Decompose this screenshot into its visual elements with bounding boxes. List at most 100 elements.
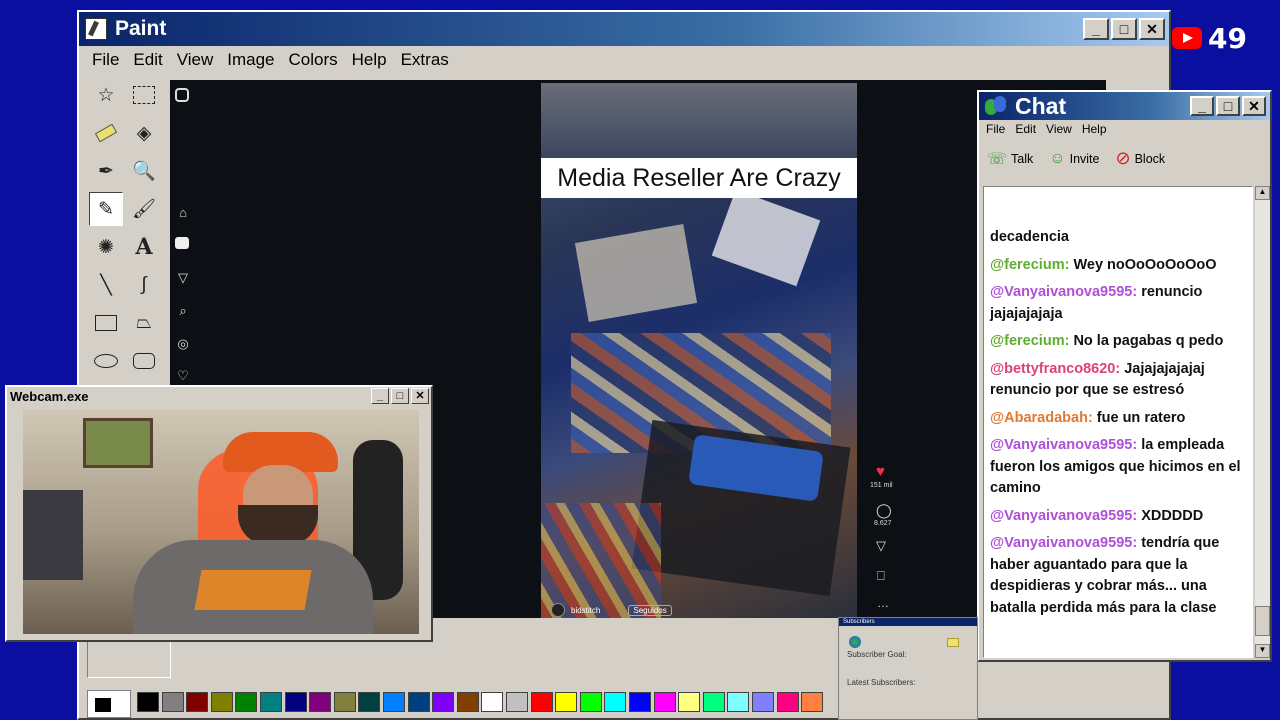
palette-swatch[interactable] <box>752 692 774 712</box>
palette-swatch[interactable] <box>653 692 676 712</box>
palette-swatch[interactable] <box>137 692 159 712</box>
rectangle-tool[interactable] <box>89 306 123 340</box>
palette-swatch[interactable] <box>210 692 233 712</box>
close-button[interactable]: ✕ <box>1139 18 1165 40</box>
eraser-tool[interactable] <box>89 116 123 150</box>
palette-swatch[interactable] <box>702 692 725 712</box>
palette-swatch[interactable] <box>678 692 701 712</box>
minimize-button[interactable]: _ <box>1083 18 1109 40</box>
send-icon[interactable]: ▽ <box>175 270 191 286</box>
palette-swatch[interactable] <box>629 692 651 712</box>
palette-swatch[interactable] <box>481 692 504 712</box>
scroll-up-button[interactable]: ▲ <box>1255 186 1270 200</box>
palette-swatch[interactable] <box>407 692 430 712</box>
airbrush-tool[interactable]: ✺ <box>89 230 123 264</box>
polygon-tool[interactable]: ⏢ <box>127 306 161 340</box>
webcam-minimize-button[interactable]: _ <box>371 388 389 404</box>
chat-log[interactable]: decadencia @ferecium: Wey noOoOoOoOoO @Van… <box>983 186 1253 658</box>
webcam-close-button[interactable]: ✕ <box>411 388 429 404</box>
scroll-down-button[interactable]: ▼ <box>1255 644 1270 658</box>
menu-colors[interactable]: Colors <box>282 50 345 70</box>
comment-count: 8.627 <box>874 520 892 527</box>
brush-tool[interactable]: 🖌 <box>127 192 161 226</box>
explore-icon[interactable]: ◎ <box>175 336 191 352</box>
chat-menu-help[interactable]: Help <box>1077 122 1112 136</box>
webcam-maximize-button[interactable]: □ <box>391 388 409 404</box>
heart-outline-icon[interactable]: ♡ <box>175 368 191 384</box>
chat-menu-edit[interactable]: Edit <box>1010 122 1041 136</box>
scroll-thumb[interactable] <box>1255 606 1270 636</box>
palette-swatch[interactable] <box>727 692 750 712</box>
free-select-tool[interactable]: ☆ <box>89 78 123 112</box>
chat-menu-view[interactable]: View <box>1041 122 1077 136</box>
color-picker-tool[interactable]: ✒ <box>89 154 123 188</box>
palette-swatch[interactable] <box>604 692 627 712</box>
comment-icon[interactable]: ◯ <box>876 502 892 519</box>
paint-menubar: File Edit View Image Colors Help Extras <box>85 50 456 70</box>
magnifier-tool[interactable]: 🔍 <box>127 154 161 188</box>
talk-icon: ☏ <box>987 150 1008 168</box>
palette-swatch[interactable] <box>776 692 799 712</box>
menu-extras[interactable]: Extras <box>394 50 456 70</box>
palette-swatch[interactable] <box>801 692 824 712</box>
like-icon[interactable]: ♥ <box>876 463 885 480</box>
rect-select-tool[interactable] <box>127 78 161 112</box>
palette-swatch[interactable] <box>309 692 332 712</box>
chat-titlebar: Chat _ □ ✕ <box>979 92 1270 120</box>
rounded-rect-tool[interactable] <box>127 344 161 378</box>
palette-swatch[interactable] <box>333 692 356 712</box>
toolbox: ☆ ◈ ✒ 🔍 ✎ 🖌 ✺ A ╲ ∫ ⏢ <box>85 78 167 388</box>
palette-swatch[interactable] <box>235 692 258 712</box>
author-name[interactable]: bidstitch <box>571 606 600 615</box>
folder-icon <box>947 638 959 647</box>
palette-swatch[interactable] <box>260 692 282 712</box>
current-colors[interactable] <box>87 690 131 718</box>
globe-icon <box>849 636 861 648</box>
maximize-button[interactable]: □ <box>1111 18 1137 40</box>
share-icon[interactable]: ▽ <box>876 538 886 554</box>
chat-scrollbar[interactable]: ▲ ▼ <box>1255 186 1270 658</box>
ellipse-tool[interactable] <box>89 344 123 378</box>
talk-button[interactable]: ☏ Talk <box>987 149 1033 169</box>
follow-button[interactable]: Seguidos <box>628 604 672 616</box>
palette-swatch[interactable] <box>555 692 578 712</box>
palette-swatch[interactable] <box>432 692 455 712</box>
palette-swatch[interactable] <box>383 692 405 712</box>
palette-swatch[interactable] <box>186 692 209 712</box>
pencil-tool[interactable]: ✎ <box>89 192 123 226</box>
fill-tool[interactable]: ◈ <box>127 116 161 150</box>
menu-view[interactable]: View <box>170 50 221 70</box>
chat-message: decadencia <box>990 227 1252 249</box>
webcam-feed <box>23 410 419 634</box>
curve-tool[interactable]: ∫ <box>127 268 161 302</box>
video-icon[interactable] <box>175 237 189 249</box>
bookmark-icon[interactable]: ⎕ <box>877 568 885 584</box>
author-avatar[interactable] <box>551 603 565 617</box>
video-caption-bar: Media Reseller Are Crazy <box>541 158 857 198</box>
latest-subscribers-label: Latest Subscribers: <box>847 678 916 687</box>
block-icon: ⊘ <box>1115 148 1131 168</box>
menu-help[interactable]: Help <box>345 50 394 70</box>
chat-maximize-button[interactable]: □ <box>1216 96 1240 116</box>
line-tool[interactable]: ╲ <box>89 268 123 302</box>
search-icon[interactable]: ⌕ <box>175 303 191 319</box>
more-icon[interactable]: … <box>877 596 889 610</box>
text-tool[interactable]: A <box>127 230 161 264</box>
video-frame[interactable]: Media Reseller Are Crazy bidstitch Segui… <box>541 83 857 618</box>
palette-swatch[interactable] <box>456 692 479 712</box>
palette-swatch[interactable] <box>284 692 307 712</box>
menu-edit[interactable]: Edit <box>126 50 169 70</box>
chat-close-button[interactable]: ✕ <box>1242 96 1266 116</box>
palette-swatch[interactable] <box>506 692 528 712</box>
menu-image[interactable]: Image <box>220 50 281 70</box>
palette-swatch[interactable] <box>530 692 553 712</box>
palette-swatch[interactable] <box>161 692 184 712</box>
block-button[interactable]: ⊘ Block <box>1115 148 1165 169</box>
palette-swatch[interactable] <box>579 692 602 712</box>
menu-file[interactable]: File <box>85 50 126 70</box>
invite-button[interactable]: ☺ Invite <box>1049 150 1099 168</box>
palette-swatch[interactable] <box>358 692 381 712</box>
home-icon[interactable]: ⌂ <box>175 204 191 220</box>
chat-minimize-button[interactable]: _ <box>1190 96 1214 116</box>
chat-menu-file[interactable]: File <box>981 122 1010 136</box>
